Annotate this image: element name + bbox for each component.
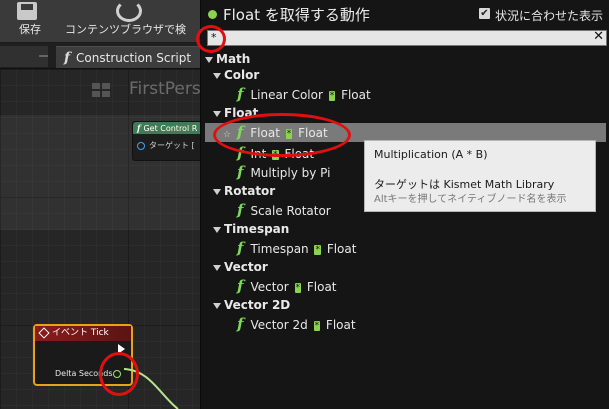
object-pin-icon [137, 141, 145, 150]
search-input[interactable] [208, 31, 588, 45]
clear-search-icon[interactable]: ✕ [593, 29, 604, 44]
function-icon: f [64, 50, 71, 66]
context-sensitive-checkbox[interactable]: ✔ [479, 8, 490, 19]
expand-arrow-icon[interactable] [213, 188, 221, 195]
save-icon [17, 2, 37, 20]
function-icon: f [236, 123, 244, 141]
expand-arrow-icon[interactable] [213, 110, 221, 117]
category-color[interactable]: Color [213, 68, 259, 82]
action-scale-rotator[interactable]: f Scale Rotator [237, 201, 331, 220]
action-multiply-by-pi[interactable]: f Multiply by Pi [237, 163, 331, 182]
function-icon: f [137, 123, 141, 133]
function-icon: f [237, 163, 244, 181]
menu-title: Float を取得する動作 [223, 6, 370, 24]
action-tooltip: Multiplication (A * B) ターゲットは Kismet Mat… [364, 140, 596, 212]
browse-label: コンテンツブラウザで検 [65, 23, 186, 36]
event-tick-node[interactable]: イベント Tick Delta Seconds [33, 324, 133, 386]
expand-arrow-icon[interactable] [213, 264, 221, 271]
float-type-icon [208, 10, 217, 19]
tooltip-title: Multiplication (A * B) [374, 148, 488, 161]
save-label: 保存 [19, 23, 41, 36]
expand-arrow-icon[interactable] [213, 302, 221, 309]
function-icon: f [237, 239, 244, 257]
tab-label: Construction Script [76, 51, 192, 65]
favorite-star-icon[interactable]: ☆ [223, 126, 233, 140]
function-icon: f [237, 144, 244, 162]
blueprint-icon [92, 83, 110, 97]
category-float[interactable]: Float [213, 106, 258, 120]
action-timespan-times-float[interactable]: f Timespan * Float [237, 239, 356, 258]
action-int-times-float[interactable]: f Int * Float [237, 144, 314, 163]
function-icon: f [237, 85, 244, 103]
node-header: イベント Tick [35, 326, 131, 341]
context-sensitive-label[interactable]: 状況に合わせた表示 [495, 7, 603, 24]
expand-arrow-icon[interactable] [205, 56, 213, 63]
expand-arrow-icon[interactable] [213, 226, 221, 233]
category-timespan[interactable]: Timespan [213, 222, 289, 236]
delta-seconds-pin[interactable] [113, 370, 121, 378]
exec-pin-icon[interactable] [118, 344, 125, 354]
target-pin-label: ターゲット [ [149, 141, 195, 150]
node-title: イベント Tick [52, 328, 109, 338]
function-icon: f [237, 277, 244, 295]
save-button[interactable]: 保存 [0, 0, 52, 42]
tab-close-icon[interactable]: ー [38, 46, 49, 67]
browse-content-button[interactable]: コンテンツブラウザで検 [56, 0, 200, 42]
tab-previous[interactable]: ー [0, 46, 49, 67]
action-float-times-float[interactable]: ☆ f Float * Float [223, 123, 328, 142]
tooltip-hint: Altキーを押してネイティブノード名を表示 [374, 194, 567, 205]
event-icon [38, 326, 50, 339]
delta-seconds-label: Delta Seconds [55, 369, 113, 378]
category-vector[interactable]: Vector [213, 260, 268, 274]
magnifier-icon [116, 0, 142, 22]
action-linear-color-times-float[interactable]: f Linear Color * Float [237, 85, 371, 104]
category-math[interactable]: Math [205, 52, 250, 66]
node-title: Get Control R [143, 124, 198, 133]
tab-construction-script[interactable]: f Construction Script [56, 46, 206, 68]
action-vector2d-times-float[interactable]: f Vector 2d * Float [237, 315, 356, 334]
toolbar: 保存 コンテンツブラウザで検 [0, 0, 200, 43]
function-icon: f [237, 315, 244, 333]
category-rotator[interactable]: Rotator [213, 184, 275, 198]
action-vector-times-float[interactable]: f Vector * Float [237, 277, 337, 296]
category-vector-2d[interactable]: Vector 2D [213, 298, 290, 312]
function-icon: f [237, 201, 244, 219]
menu-header: Float を取得する動作 ✔ 状況に合わせた表示 [201, 0, 609, 30]
search-box[interactable]: ✕ [207, 29, 607, 46]
graph-title: FirstPers [129, 79, 201, 99]
tab-strip: ー f Construction Script [0, 43, 206, 69]
expand-arrow-icon[interactable] [213, 72, 221, 79]
